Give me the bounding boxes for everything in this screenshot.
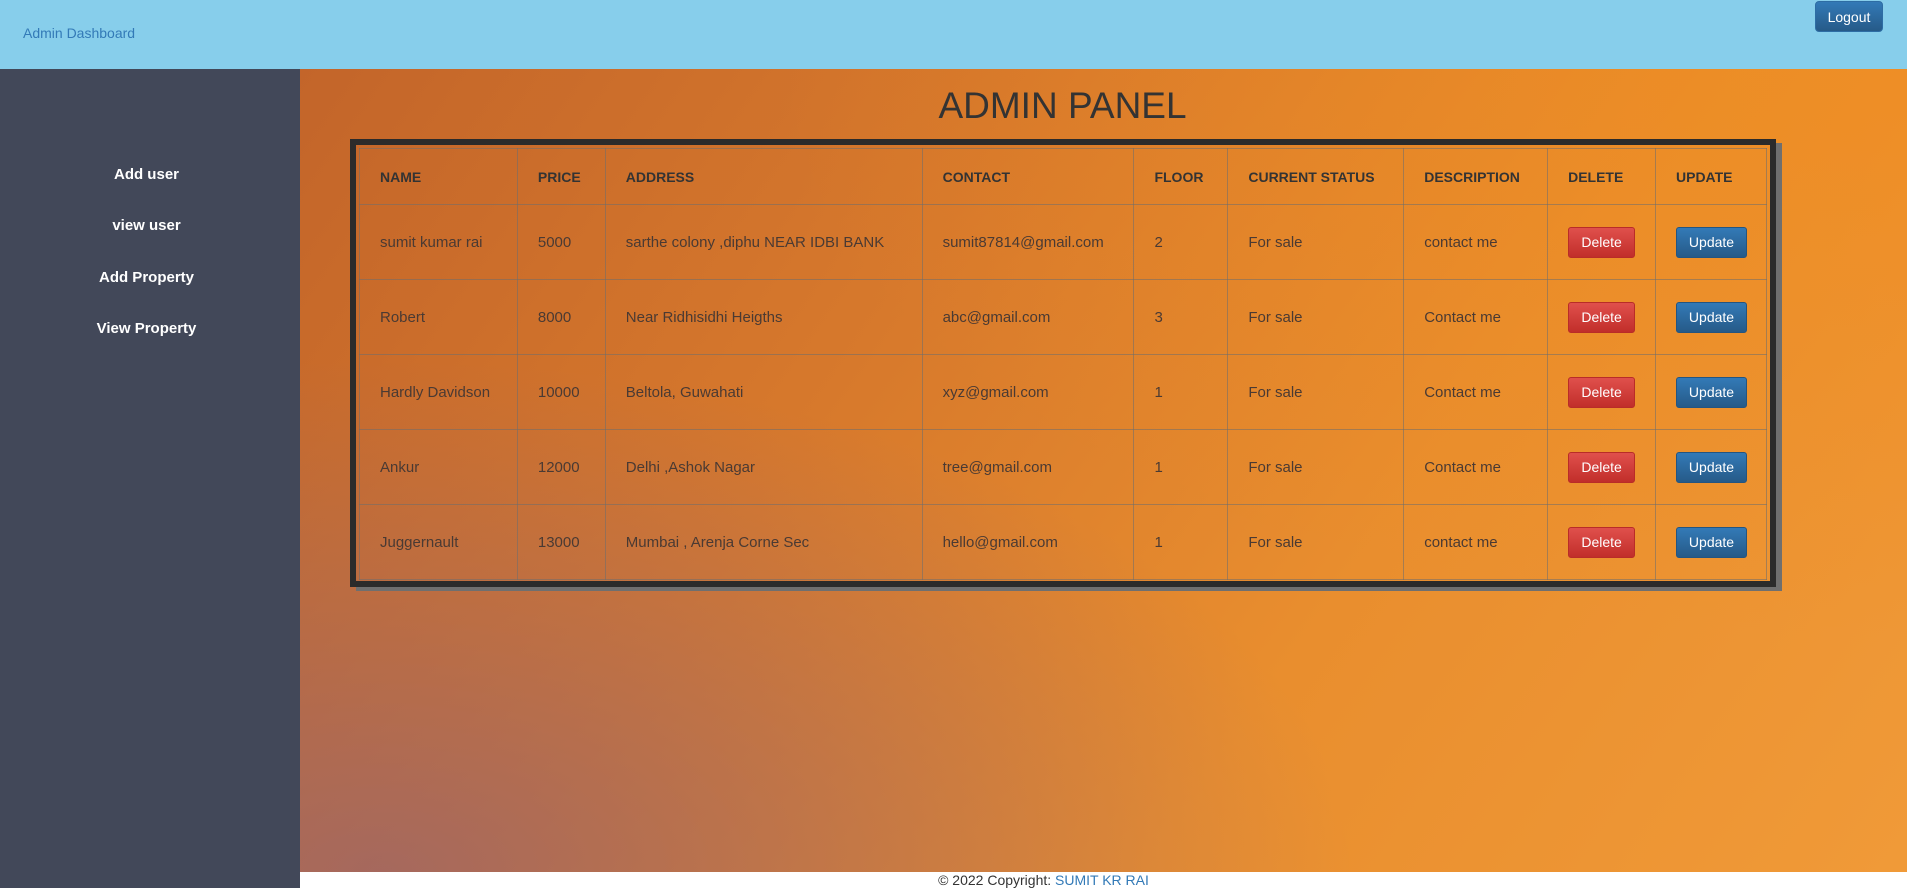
delete-button[interactable]: Delete bbox=[1568, 451, 1636, 483]
cell-name: Ankur bbox=[359, 429, 518, 505]
cell-address: Delhi ,Ashok Nagar bbox=[604, 429, 923, 505]
table-row: Hardly Davidson 10000 Beltola, Guwahati … bbox=[359, 354, 1767, 430]
cell-address: Near Ridhisidhi Heigths bbox=[604, 279, 923, 355]
cell-name: sumit kumar rai bbox=[359, 204, 518, 280]
cell-status: For sale bbox=[1227, 504, 1405, 580]
update-button[interactable]: Update bbox=[1676, 451, 1747, 483]
column-header-address: ADDRESS bbox=[604, 148, 923, 205]
page-title: ADMIN PANEL bbox=[938, 85, 1187, 126]
cell-price: 10000 bbox=[516, 354, 606, 430]
cell-contact: hello@gmail.com bbox=[921, 504, 1135, 580]
cell-contact: sumit87814@gmail.com bbox=[921, 204, 1135, 280]
cell-name: Juggernault bbox=[359, 504, 518, 580]
cell-contact: xyz@gmail.com bbox=[921, 354, 1135, 430]
cell-delete: Delete bbox=[1547, 429, 1656, 505]
cell-description: contact me bbox=[1403, 204, 1549, 280]
cell-floor: 1 bbox=[1133, 429, 1229, 505]
cell-price: 13000 bbox=[516, 504, 606, 580]
table-row: Juggernault 13000 Mumbai , Arenja Corne … bbox=[359, 504, 1767, 580]
footer-author-link[interactable]: SUMIT KR RAI bbox=[1055, 872, 1149, 888]
delete-button[interactable]: Delete bbox=[1568, 376, 1636, 408]
column-header-name: NAME bbox=[359, 148, 518, 205]
cell-description: Contact me bbox=[1403, 279, 1549, 355]
main-content: ADMIN PANEL NAME PRICE ADDRESS CONTACT F… bbox=[300, 69, 1907, 872]
cell-update: Update bbox=[1655, 204, 1767, 280]
delete-button[interactable]: Delete bbox=[1568, 526, 1636, 558]
cell-update: Update bbox=[1655, 504, 1767, 580]
cell-status: For sale bbox=[1227, 279, 1405, 355]
sidebar-item-add-user[interactable]: Add user bbox=[0, 166, 293, 183]
cell-description: Contact me bbox=[1403, 429, 1549, 505]
cell-delete: Delete bbox=[1547, 354, 1656, 430]
update-button[interactable]: Update bbox=[1676, 376, 1747, 408]
column-header-description: DESCRIPTION bbox=[1403, 148, 1549, 205]
cell-description: Contact me bbox=[1403, 354, 1549, 430]
cell-status: For sale bbox=[1227, 429, 1405, 505]
cell-delete: Delete bbox=[1547, 279, 1656, 355]
column-header-contact: CONTACT bbox=[921, 148, 1135, 205]
column-header-current-status: CURRENT STATUS bbox=[1227, 148, 1405, 205]
delete-button[interactable]: Delete bbox=[1568, 226, 1636, 258]
cell-floor: 3 bbox=[1133, 279, 1229, 355]
table-row: Ankur 12000 Delhi ,Ashok Nagar tree@gmai… bbox=[359, 429, 1767, 505]
cell-price: 12000 bbox=[516, 429, 606, 505]
property-table-frame: NAME PRICE ADDRESS CONTACT FLOOR CURRENT… bbox=[350, 139, 1776, 587]
update-button[interactable]: Update bbox=[1676, 226, 1747, 258]
cell-address: sarthe colony ,diphu NEAR IDBI BANK bbox=[604, 204, 923, 280]
cell-floor: 1 bbox=[1133, 504, 1229, 580]
column-header-delete: DELETE bbox=[1547, 148, 1656, 205]
top-navbar: Admin Dashboard Logout bbox=[0, 0, 1907, 69]
cell-floor: 1 bbox=[1133, 354, 1229, 430]
sidebar-item-add-property[interactable]: Add Property bbox=[0, 269, 293, 286]
cell-name: Hardly Davidson bbox=[359, 354, 518, 430]
cell-address: Mumbai , Arenja Corne Sec bbox=[604, 504, 923, 580]
update-button[interactable]: Update bbox=[1676, 526, 1747, 558]
sidebar-item-view-user[interactable]: view user bbox=[0, 217, 293, 234]
column-header-update: UPDATE bbox=[1655, 148, 1767, 205]
footer: © 2022 Copyright: SUMIT KR RAI bbox=[300, 872, 1907, 888]
cell-update: Update bbox=[1655, 429, 1767, 505]
update-button[interactable]: Update bbox=[1676, 301, 1747, 333]
logout-button[interactable]: Logout bbox=[1815, 1, 1883, 32]
cell-status: For sale bbox=[1227, 354, 1405, 430]
property-table: NAME PRICE ADDRESS CONTACT FLOOR CURRENT… bbox=[359, 148, 1767, 580]
cell-contact: tree@gmail.com bbox=[921, 429, 1135, 505]
delete-button[interactable]: Delete bbox=[1568, 301, 1636, 333]
cell-description: contact me bbox=[1403, 504, 1549, 580]
table-row: Robert 8000 Near Ridhisidhi Heigths abc@… bbox=[359, 279, 1767, 355]
cell-price: 8000 bbox=[516, 279, 606, 355]
column-header-floor: FLOOR bbox=[1133, 148, 1229, 205]
cell-status: For sale bbox=[1227, 204, 1405, 280]
column-header-price: PRICE bbox=[516, 148, 606, 205]
cell-delete: Delete bbox=[1547, 504, 1656, 580]
sidebar: Add user view user Add Property View Pro… bbox=[0, 69, 300, 888]
cell-update: Update bbox=[1655, 279, 1767, 355]
cell-name: Robert bbox=[359, 279, 518, 355]
brand-link[interactable]: Admin Dashboard bbox=[23, 25, 135, 41]
footer-copyright-text: © 2022 Copyright: bbox=[938, 872, 1056, 888]
cell-floor: 2 bbox=[1133, 204, 1229, 280]
cell-update: Update bbox=[1655, 354, 1767, 430]
table-row: sumit kumar rai 5000 sarthe colony ,diph… bbox=[359, 204, 1767, 280]
cell-contact: abc@gmail.com bbox=[921, 279, 1135, 355]
cell-address: Beltola, Guwahati bbox=[604, 354, 923, 430]
cell-price: 5000 bbox=[516, 204, 606, 280]
cell-delete: Delete bbox=[1547, 204, 1656, 280]
table-header-row: NAME PRICE ADDRESS CONTACT FLOOR CURRENT… bbox=[359, 148, 1767, 205]
sidebar-item-view-property[interactable]: View Property bbox=[0, 320, 293, 337]
